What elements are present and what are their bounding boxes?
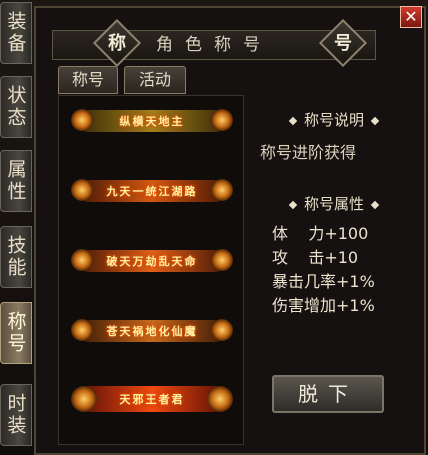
close-button[interactable]: ✕	[400, 6, 422, 28]
wing-icon	[211, 249, 233, 271]
wing-icon	[71, 109, 93, 131]
tab-titles[interactable]: 称号	[58, 66, 118, 94]
side-tab-titles[interactable]: 称号	[0, 302, 32, 364]
diamond-icon	[288, 116, 298, 125]
wing-icon	[211, 179, 233, 201]
wing-icon	[71, 386, 97, 412]
title-row[interactable]: 苍天祸地化仙魔	[71, 319, 233, 342]
wing-icon	[211, 319, 233, 341]
side-tab-status[interactable]: 状态	[0, 76, 32, 138]
side-tab-skills[interactable]: 技能	[0, 226, 32, 288]
attr-header-text: 称号属性	[303, 195, 364, 213]
wing-icon	[71, 319, 93, 341]
title-text: 破天万劫乱天命	[106, 255, 198, 268]
diamond-icon	[370, 200, 380, 209]
title-row[interactable]: 纵横天地主	[71, 109, 233, 132]
title-row[interactable]: 破天万劫乱天命	[71, 249, 233, 272]
diamond-icon	[288, 200, 298, 209]
title-row[interactable]: 九天一统江湖路	[71, 179, 233, 202]
desc-header-text: 称号说明	[303, 111, 364, 129]
left-badge: 称	[108, 33, 126, 54]
title-list: 纵横天地主 九天一统江湖路 破天万劫乱天命 苍天祸地化仙魔 天邪王者君	[58, 95, 244, 445]
wing-icon	[207, 386, 233, 412]
desc-text: 称号进阶获得	[260, 143, 357, 162]
side-tab-label: 技能	[4, 235, 27, 279]
side-tab-label: 属性	[4, 159, 27, 203]
side-tab-label: 称号	[4, 311, 27, 355]
wing-icon	[71, 249, 93, 271]
attr-line: 攻 击+10	[272, 248, 359, 267]
attr-line: 体 力+100	[272, 224, 369, 243]
side-tab-equipment[interactable]: 装备	[0, 2, 32, 64]
side-tab-fashion[interactable]: 时装	[0, 384, 32, 446]
attr-line: 暴击几率+1%	[272, 272, 375, 291]
character-title-window: 装备 状态 属性 技能 称号 时装 角色称号 称 号 ✕ 称号 活动 纵横天地主…	[0, 0, 428, 455]
title-text: 苍天祸地化仙魔	[106, 325, 198, 338]
remove-title-button[interactable]: 脱下	[272, 375, 384, 413]
side-tab-bar: 装备 状态 属性 技能 称号 时装	[0, 0, 34, 455]
wing-icon	[71, 179, 93, 201]
diamond-icon	[370, 116, 380, 125]
side-tab-label: 时装	[4, 393, 27, 437]
title-text: 纵横天地主	[119, 115, 185, 128]
title-row[interactable]: 天邪王者君	[71, 386, 233, 412]
title-text: 天邪王者君	[119, 393, 185, 406]
side-tab-label: 状态	[4, 85, 27, 129]
side-tab-label: 装备	[4, 11, 27, 55]
attr-line: 伤害增加+1%	[272, 296, 375, 315]
side-tab-attributes[interactable]: 属性	[0, 150, 32, 212]
right-badge: 号	[334, 33, 352, 54]
tab-events[interactable]: 活动	[124, 66, 186, 94]
attr-header: 称号属性	[250, 193, 418, 214]
title-text: 九天一统江湖路	[106, 185, 198, 198]
desc-header: 称号说明	[250, 109, 418, 130]
wing-icon	[211, 109, 233, 131]
